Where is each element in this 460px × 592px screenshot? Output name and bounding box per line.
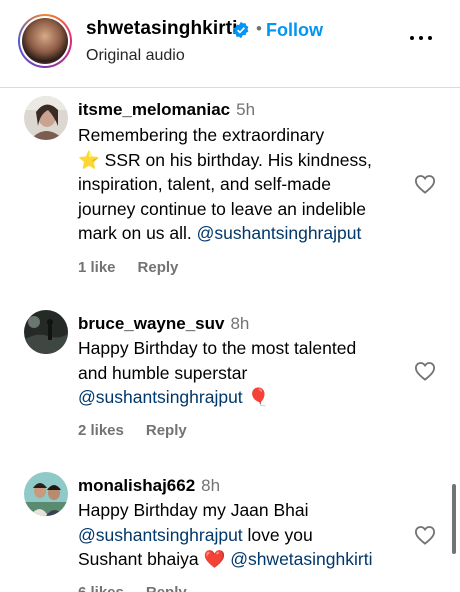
comment-actions: 1 like Reply [78, 259, 200, 276]
like-count[interactable]: 6 likes [78, 584, 124, 592]
post-header: shwetasinghkirti • Follow Original audio [0, 0, 460, 88]
commenter-username[interactable]: monalishaj662 8h [78, 476, 220, 496]
author-avatar[interactable] [18, 14, 72, 68]
more-options-icon[interactable] [410, 36, 432, 44]
heart-emoji: ❤️ [203, 549, 226, 569]
commenter-avatar[interactable] [24, 96, 68, 140]
mention-link[interactable]: @shwetasinghkirti [230, 549, 372, 569]
comment-timestamp: 8h [201, 476, 221, 495]
comment-timestamp: 5h [236, 100, 256, 119]
separator-dot: • [256, 19, 262, 38]
heart-outline-icon[interactable] [414, 525, 436, 545]
reply-button[interactable]: Reply [138, 259, 179, 276]
follow-button[interactable]: Follow [266, 20, 323, 41]
original-audio-link[interactable]: Original audio [86, 47, 185, 65]
commenter-username[interactable]: itsme_melomaniac 5h [78, 100, 255, 120]
heart-outline-icon[interactable] [414, 361, 436, 381]
comment-text: Happy Birthday my Jaan Bhai @sushantsing… [78, 500, 373, 569]
comment-actions: 2 likes Reply [78, 422, 209, 439]
comment-actions: 6 likes Reply [78, 584, 209, 592]
commenter-avatar[interactable] [24, 310, 68, 354]
commenter-avatar[interactable] [24, 472, 68, 516]
commenter-username[interactable]: bruce_wayne_suv 8h [78, 314, 249, 334]
scrollbar-thumb[interactable] [452, 484, 456, 554]
like-count[interactable]: 2 likes [78, 422, 124, 439]
verified-badge-icon [233, 21, 249, 39]
comment-timestamp: 8h [230, 314, 250, 333]
mention-link[interactable]: @sushantsinghrajput [78, 525, 243, 545]
mention-link[interactable]: @sushantsinghrajput [197, 223, 362, 243]
reply-button[interactable]: Reply [146, 422, 187, 439]
like-count[interactable]: 1 like [78, 259, 116, 276]
author-username[interactable]: shwetasinghkirti [86, 18, 238, 40]
heart-outline-icon[interactable] [414, 174, 436, 194]
comment-text: Happy Birthday to the most talented and … [78, 338, 357, 407]
comment-text: Remembering the extraordinary ⭐ SSR on h… [78, 125, 372, 243]
balloon-emoji: 🎈 [247, 387, 270, 407]
mention-link[interactable]: @sushantsinghrajput [78, 387, 243, 407]
reply-button[interactable]: Reply [146, 584, 187, 592]
